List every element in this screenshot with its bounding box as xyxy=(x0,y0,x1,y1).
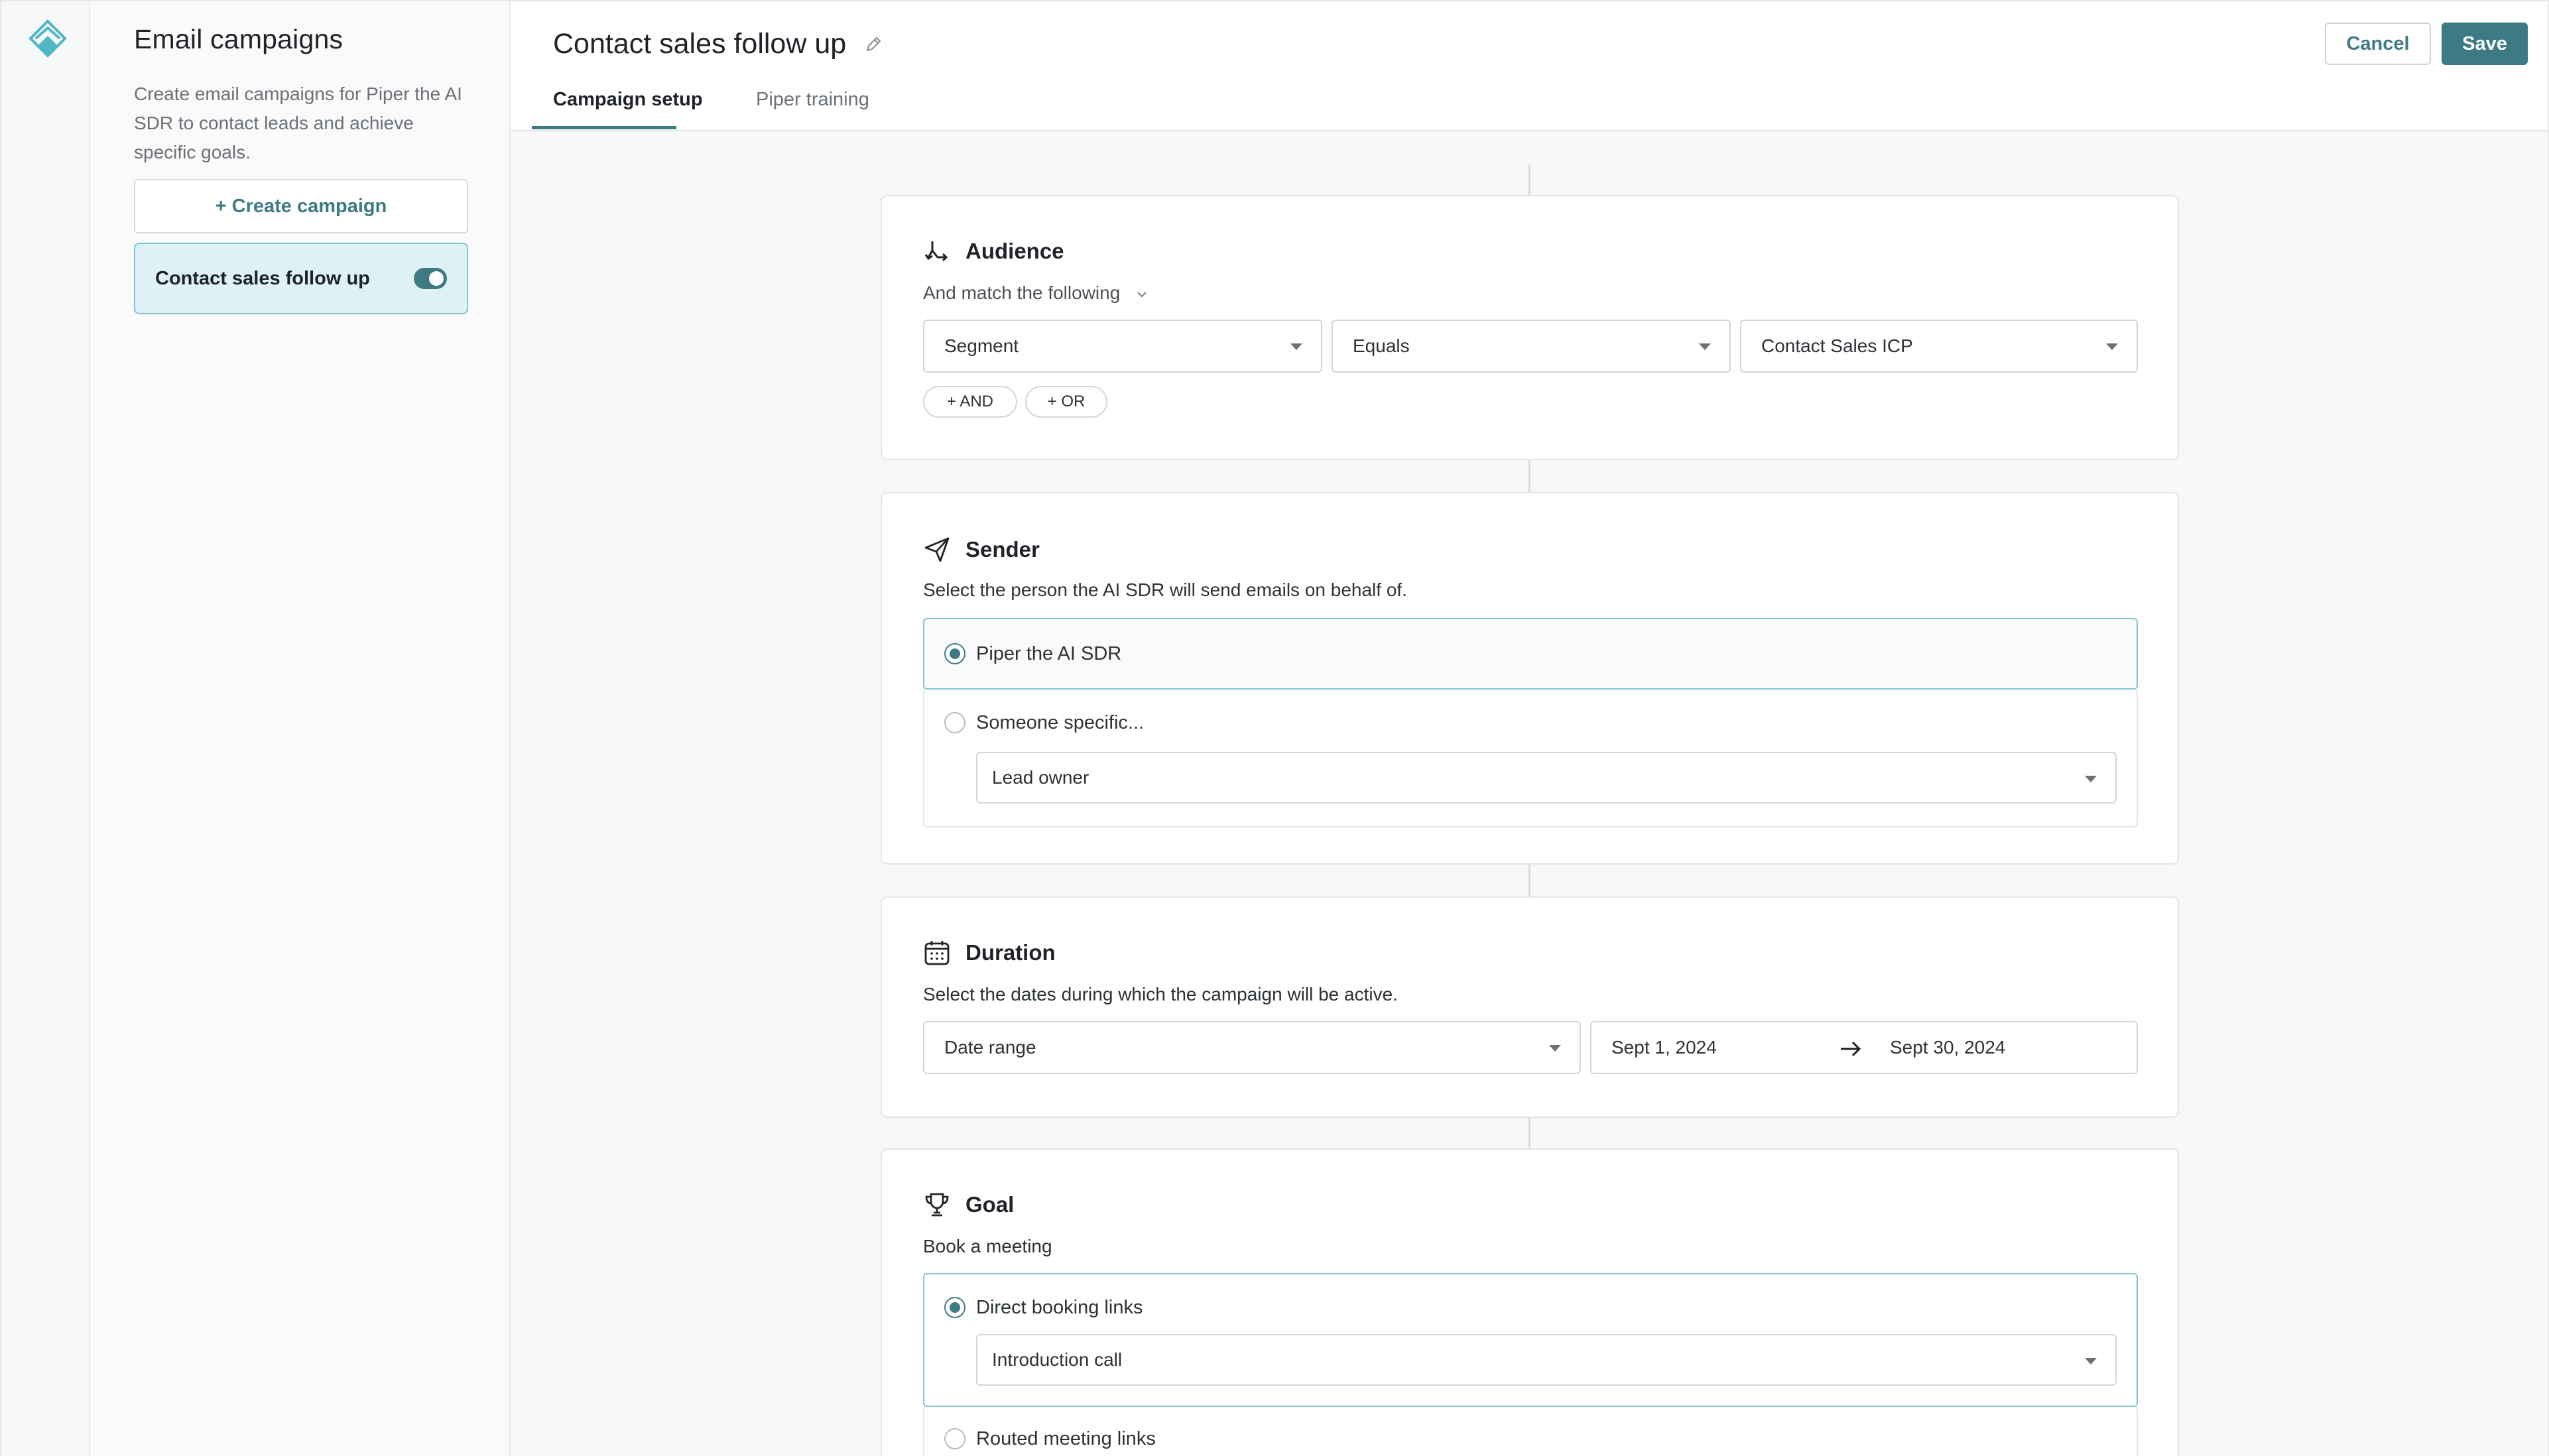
duration-card: Duration Select the dates during which t… xyxy=(881,896,2179,1118)
calendar-icon xyxy=(924,941,950,965)
caret-down-icon xyxy=(2106,343,2118,350)
duration-mode-select[interactable]: Date range xyxy=(923,1021,1581,1074)
tab-piper-training[interactable]: Piper training xyxy=(756,88,869,131)
sender-option-piper[interactable]: Piper the AI SDR xyxy=(923,618,2138,690)
sender-radio-specific[interactable] xyxy=(944,712,965,733)
caret-down-icon xyxy=(2085,1358,2097,1365)
step-connector xyxy=(1528,459,1530,492)
add-and-condition-button[interactable]: + AND xyxy=(923,386,1017,418)
audience-split-icon xyxy=(924,241,948,262)
campaign-list-item[interactable]: Contact sales follow up xyxy=(134,243,468,314)
page-title: Contact sales follow up xyxy=(553,28,883,60)
match-mode-dropdown[interactable]: And match the following xyxy=(923,282,1149,304)
step-connector xyxy=(1528,863,1530,896)
audience-operator-select[interactable]: Equals xyxy=(1332,320,1731,373)
goal-option-direct-label: Direct booking links xyxy=(976,1297,1143,1318)
campaign-item-label: Contact sales follow up xyxy=(155,267,370,289)
audience-value-text: Contact Sales ICP xyxy=(1761,335,1913,356)
step-connector xyxy=(1528,1115,1530,1148)
main-panel: Contact sales follow up Campaign setup P… xyxy=(511,0,2549,1456)
sender-subtitle: Select the person the AI SDR will send e… xyxy=(923,579,1407,600)
create-campaign-button[interactable]: + Create campaign xyxy=(134,179,468,233)
audience-field-value: Segment xyxy=(944,335,1019,356)
caret-down-icon xyxy=(1290,343,1302,350)
caret-down-icon xyxy=(1699,343,1711,350)
page-header: Contact sales follow up Campaign setup P… xyxy=(511,1,2548,131)
add-or-condition-button[interactable]: + OR xyxy=(1025,386,1107,418)
goal-header: Goal xyxy=(923,1191,1014,1219)
duration-subtitle: Select the dates during which the campai… xyxy=(923,984,1398,1004)
goal-option-routed[interactable]: Routed meeting links xyxy=(923,1406,2138,1456)
goal-radio-direct[interactable] xyxy=(944,1297,965,1318)
audience-operator-value: Equals xyxy=(1353,335,1410,356)
page-title-text: Contact sales follow up xyxy=(553,28,847,60)
campaign-enabled-toggle[interactable] xyxy=(414,268,447,289)
date-range-picker[interactable]: Sept 1, 2024 Sept 30, 2024 xyxy=(1590,1021,2138,1074)
sender-card: Sender Select the person the AI SDR will… xyxy=(881,492,2179,865)
sidebar-title: Email campaigns xyxy=(134,24,343,54)
active-tab-indicator xyxy=(532,126,676,129)
specific-sender-select[interactable]: Lead owner xyxy=(976,752,2117,804)
booking-link-select[interactable]: Introduction call xyxy=(976,1334,2117,1386)
audience-card: Audience And match the following Segment… xyxy=(881,195,2179,460)
sender-option-piper-label: Piper the AI SDR xyxy=(976,643,1122,664)
sender-title: Sender xyxy=(965,537,1040,562)
end-date[interactable]: Sept 30, 2024 xyxy=(1890,1037,2005,1058)
step-connector xyxy=(1528,164,1530,196)
duration-header: Duration xyxy=(923,939,1056,967)
goal-radio-routed[interactable] xyxy=(944,1428,965,1449)
audience-title: Audience xyxy=(965,239,1064,263)
chevron-down-icon xyxy=(1137,291,1147,298)
goal-option-routed-label: Routed meeting links xyxy=(976,1428,1156,1449)
app-logo-icon[interactable] xyxy=(27,19,69,64)
trophy-icon xyxy=(925,1193,949,1217)
campaign-sidebar: Email campaigns Create email campaigns f… xyxy=(90,0,511,1456)
save-button[interactable]: Save xyxy=(2442,23,2528,65)
specific-sender-value: Lead owner xyxy=(992,767,1089,788)
booking-link-value: Introduction call xyxy=(992,1349,1123,1370)
sender-header: Sender xyxy=(923,536,1040,564)
cancel-button[interactable]: Cancel xyxy=(2325,23,2431,65)
sender-option-specific-label: Someone specific... xyxy=(976,712,1145,733)
arrow-right-icon xyxy=(1841,1041,1861,1057)
sender-option-specific[interactable]: Someone specific... Lead owner xyxy=(923,687,2138,827)
duration-mode-value: Date range xyxy=(944,1037,1036,1058)
duration-title: Duration xyxy=(965,940,1056,965)
audience-value-select[interactable]: Contact Sales ICP xyxy=(1740,320,2138,373)
start-date[interactable]: Sept 1, 2024 xyxy=(1611,1037,1717,1058)
caret-down-icon xyxy=(1549,1045,1561,1052)
audience-field-select[interactable]: Segment xyxy=(923,320,1322,373)
tab-campaign-setup[interactable]: Campaign setup xyxy=(553,88,703,131)
goal-option-direct[interactable]: Direct booking links Introduction call xyxy=(923,1273,2138,1407)
goal-title: Goal xyxy=(965,1192,1015,1217)
goal-card: Goal Book a meeting Direct booking links… xyxy=(881,1148,2179,1456)
sender-radio-piper[interactable] xyxy=(944,643,965,664)
pencil-icon[interactable] xyxy=(863,34,883,54)
app-rail xyxy=(0,0,90,1456)
audience-header: Audience xyxy=(923,237,1064,265)
match-mode-label: And match the following xyxy=(923,282,1121,303)
caret-down-icon xyxy=(2085,776,2097,782)
paper-plane-icon xyxy=(924,537,950,562)
sidebar-description: Create email campaigns for Piper the AI … xyxy=(134,84,462,162)
goal-subtitle: Book a meeting xyxy=(923,1236,1052,1256)
